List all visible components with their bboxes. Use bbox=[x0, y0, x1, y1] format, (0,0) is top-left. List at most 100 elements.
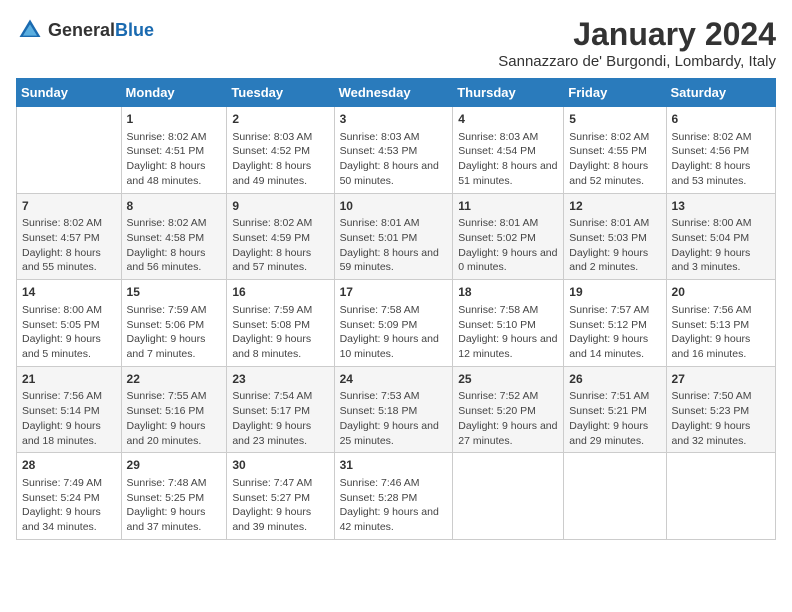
day-info-line: Sunrise: 8:03 AM bbox=[458, 131, 538, 143]
day-info-line: Sunset: 5:06 PM bbox=[127, 319, 205, 331]
day-info-line: Daylight: 8 hours and 52 minutes. bbox=[569, 160, 648, 187]
day-info-line: Daylight: 9 hours and 10 minutes. bbox=[340, 333, 439, 360]
day-info-line: Sunset: 5:28 PM bbox=[340, 492, 418, 504]
day-number: 18 bbox=[458, 284, 558, 301]
day-info: Sunrise: 8:02 AMSunset: 4:55 PMDaylight:… bbox=[569, 130, 660, 189]
day-info: Sunrise: 8:03 AMSunset: 4:53 PMDaylight:… bbox=[340, 130, 448, 189]
calendar-cell: 11Sunrise: 8:01 AMSunset: 5:02 PMDayligh… bbox=[453, 193, 564, 280]
day-info: Sunrise: 8:02 AMSunset: 4:59 PMDaylight:… bbox=[232, 216, 328, 275]
day-info-line: Daylight: 9 hours and 5 minutes. bbox=[22, 333, 101, 360]
day-info-line: Sunrise: 8:03 AM bbox=[232, 131, 312, 143]
calendar-header: SundayMondayTuesdayWednesdayThursdayFrid… bbox=[17, 79, 776, 107]
day-info-line: Daylight: 9 hours and 2 minutes. bbox=[569, 247, 648, 274]
day-info-line: Sunset: 4:51 PM bbox=[127, 145, 205, 157]
day-number: 17 bbox=[340, 284, 448, 301]
day-number: 24 bbox=[340, 371, 448, 388]
page-title: January 2024 bbox=[498, 16, 776, 53]
day-number: 6 bbox=[672, 111, 770, 128]
week-row-4: 28Sunrise: 7:49 AMSunset: 5:24 PMDayligh… bbox=[17, 453, 776, 540]
day-info-line: Sunrise: 8:02 AM bbox=[672, 131, 752, 143]
header-cell-thursday: Thursday bbox=[453, 79, 564, 107]
day-number: 11 bbox=[458, 198, 558, 215]
day-info-line: Sunrise: 8:01 AM bbox=[458, 217, 538, 229]
day-number: 25 bbox=[458, 371, 558, 388]
day-number: 31 bbox=[340, 457, 448, 474]
day-number: 19 bbox=[569, 284, 660, 301]
day-info-line: Sunset: 4:53 PM bbox=[340, 145, 418, 157]
day-info-line: Sunset: 5:13 PM bbox=[672, 319, 750, 331]
logo-icon bbox=[16, 16, 44, 44]
calendar-cell: 1Sunrise: 8:02 AMSunset: 4:51 PMDaylight… bbox=[121, 107, 227, 194]
day-info-line: Daylight: 8 hours and 49 minutes. bbox=[232, 160, 311, 187]
day-info-line: Sunrise: 7:48 AM bbox=[127, 477, 207, 489]
calendar-cell: 6 Sunrise: 8:02 AMSunset: 4:56 PMDaylight… bbox=[666, 107, 775, 194]
day-info-line: Sunset: 5:20 PM bbox=[458, 405, 536, 417]
day-info-line: Sunset: 5:10 PM bbox=[458, 319, 536, 331]
week-row-3: 21Sunrise: 7:56 AMSunset: 5:14 PMDayligh… bbox=[17, 366, 776, 453]
day-number: 27 bbox=[672, 371, 770, 388]
day-number: 9 bbox=[232, 198, 328, 215]
day-info-line: Daylight: 9 hours and 16 minutes. bbox=[672, 333, 751, 360]
calendar-cell: 9Sunrise: 8:02 AMSunset: 4:59 PMDaylight… bbox=[227, 193, 334, 280]
day-info-line: Sunrise: 7:57 AM bbox=[569, 304, 649, 316]
day-info: Sunrise: 8:02 AMSunset: 4:51 PMDaylight:… bbox=[127, 130, 222, 189]
calendar-cell: 30Sunrise: 7:47 AMSunset: 5:27 PMDayligh… bbox=[227, 453, 334, 540]
calendar-cell: 13Sunrise: 8:00 AMSunset: 5:04 PMDayligh… bbox=[666, 193, 775, 280]
day-info-line: Sunset: 5:12 PM bbox=[569, 319, 647, 331]
calendar-cell: 5Sunrise: 8:02 AMSunset: 4:55 PMDaylight… bbox=[564, 107, 666, 194]
calendar-cell: 3 Sunrise: 8:03 AMSunset: 4:53 PMDaylight… bbox=[334, 107, 453, 194]
day-info-line: Sunset: 5:23 PM bbox=[672, 405, 750, 417]
day-info-line: Daylight: 9 hours and 12 minutes. bbox=[458, 333, 557, 360]
day-info-line: Sunset: 5:14 PM bbox=[22, 405, 100, 417]
day-info-line: Sunrise: 7:59 AM bbox=[127, 304, 207, 316]
week-row-2: 14Sunrise: 8:00 AMSunset: 5:05 PMDayligh… bbox=[17, 280, 776, 367]
day-info: Sunrise: 7:48 AMSunset: 5:25 PMDaylight:… bbox=[127, 476, 222, 535]
day-info-line: Daylight: 8 hours and 48 minutes. bbox=[127, 160, 206, 187]
day-info: Sunrise: 7:47 AMSunset: 5:27 PMDaylight:… bbox=[232, 476, 328, 535]
header-row: SundayMondayTuesdayWednesdayThursdayFrid… bbox=[17, 79, 776, 107]
day-info: Sunrise: 8:01 AMSunset: 5:03 PMDaylight:… bbox=[569, 216, 660, 275]
day-info-line: Sunset: 5:18 PM bbox=[340, 405, 418, 417]
day-info-line: Sunrise: 8:00 AM bbox=[22, 304, 102, 316]
day-info-line: Sunset: 5:27 PM bbox=[232, 492, 310, 504]
day-info: Sunrise: 7:59 AM Sunset: 5:06 PM Daylight:… bbox=[127, 303, 222, 362]
day-info: Sunrise: 7:53 AMSunset: 5:18 PMDaylight:… bbox=[340, 389, 448, 448]
day-info: Sunrise: 7:52 AMSunset: 5:20 PMDaylight:… bbox=[458, 389, 558, 448]
header-cell-sunday: Sunday bbox=[17, 79, 122, 107]
day-info-line: Daylight: 9 hours and 7 minutes. bbox=[127, 333, 206, 360]
day-info: Sunrise: 8:02 AMSunset: 4:57 PMDaylight:… bbox=[22, 216, 116, 275]
day-info: Sunrise: 7:59 AMSunset: 5:08 PMDaylight:… bbox=[232, 303, 328, 362]
day-info-line: Sunset: 5:09 PM bbox=[340, 319, 418, 331]
calendar-cell: 17Sunrise: 7:58 AMSunset: 5:09 PMDayligh… bbox=[334, 280, 453, 367]
day-number: 3 bbox=[340, 111, 448, 128]
calendar-cell bbox=[666, 453, 775, 540]
logo: GeneralBlue bbox=[16, 16, 154, 44]
day-info: Sunrise: 8:01 AMSunset: 5:02 PMDaylight:… bbox=[458, 216, 558, 275]
calendar-cell: 18 Sunrise: 7:58 AM Sunset: 5:10 PM Dayligh… bbox=[453, 280, 564, 367]
day-info-line: Sunrise: 7:50 AM bbox=[672, 390, 752, 402]
day-info-line: Daylight: 9 hours and 37 minutes. bbox=[127, 506, 206, 533]
day-info-line: Sunrise: 7:56 AM bbox=[672, 304, 752, 316]
day-info: Sunrise: 7:49 AMSunset: 5:24 PMDaylight:… bbox=[22, 476, 116, 535]
calendar-body: 1Sunrise: 8:02 AMSunset: 4:51 PMDaylight… bbox=[17, 107, 776, 540]
day-info: Sunrise: 7:56 AMSunset: 5:14 PMDaylight:… bbox=[22, 389, 116, 448]
day-number: 23 bbox=[232, 371, 328, 388]
week-row-1: 7Sunrise: 8:02 AMSunset: 4:57 PMDaylight… bbox=[17, 193, 776, 280]
day-info-line: Sunrise: 8:01 AM bbox=[569, 217, 649, 229]
day-number: 4 bbox=[458, 111, 558, 128]
day-number: 26 bbox=[569, 371, 660, 388]
day-info-line: Sunset: 4:58 PM bbox=[127, 232, 205, 244]
day-info-line: Sunrise: 7:54 AM bbox=[232, 390, 312, 402]
day-info: Sunrise: 8:03 AMSunset: 4:54 PMDaylight:… bbox=[458, 130, 558, 189]
day-info: Sunrise: 7:55 AMSunset: 5:16 PMDaylight:… bbox=[127, 389, 222, 448]
day-info: Sunrise: 8:02 AMSunset: 4:56 PMDaylight:… bbox=[672, 130, 770, 189]
day-number: 22 bbox=[127, 371, 222, 388]
day-info-line: Sunrise: 7:58 AM bbox=[458, 304, 538, 316]
day-info: Sunrise: 8:02 AMSunset: 4:58 PMDaylight:… bbox=[127, 216, 222, 275]
page-subtitle: Sannazzaro de' Burgondi, Lombardy, Italy bbox=[498, 53, 776, 70]
calendar-cell: 29Sunrise: 7:48 AMSunset: 5:25 PMDayligh… bbox=[121, 453, 227, 540]
logo-blue-text: Blue bbox=[115, 20, 154, 40]
calendar-cell: 27Sunrise: 7:50 AMSunset: 5:23 PMDayligh… bbox=[666, 366, 775, 453]
day-info: Sunrise: 7:46 AMSunset: 5:28 PMDaylight:… bbox=[340, 476, 448, 535]
calendar-cell: 31 Sunrise: 7:46 AMSunset: 5:28 PMDayligh… bbox=[334, 453, 453, 540]
